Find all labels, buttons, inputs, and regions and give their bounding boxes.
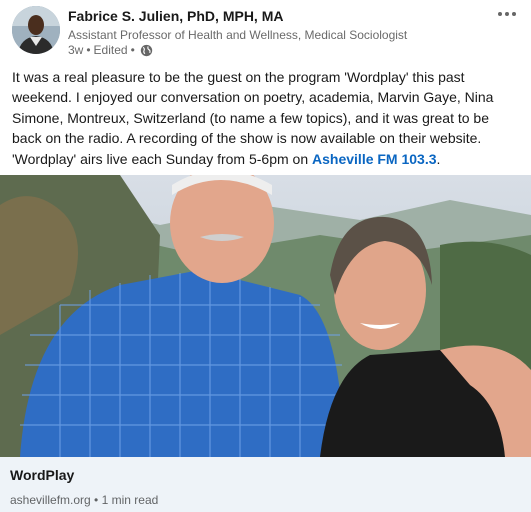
author-headline: Assistant Professor of Health and Wellne… bbox=[68, 28, 408, 42]
link-preview[interactable]: WordPlay ashevillefm.org • 1 min read bbox=[0, 457, 531, 512]
post-header: Fabrice S. Julien, PhD, MPH, MA Assistan… bbox=[0, 0, 531, 64]
asheville-fm-link[interactable]: Asheville FM 103.3 bbox=[312, 151, 437, 167]
avatar-photo bbox=[12, 6, 60, 54]
feed-post-card: Fabrice S. Julien, PhD, MPH, MA Assistan… bbox=[0, 0, 531, 512]
post-image[interactable] bbox=[0, 175, 531, 457]
meta-separator: • bbox=[130, 43, 135, 57]
link-preview-read-time: 1 min read bbox=[101, 493, 159, 507]
post-photo bbox=[0, 175, 531, 457]
edited-label: Edited bbox=[93, 43, 128, 57]
meta-separator: • bbox=[94, 493, 99, 507]
link-preview-meta: ashevillefm.org • 1 min read bbox=[10, 493, 158, 507]
author-name[interactable]: Fabrice S. Julien, PhD, MPH, MA bbox=[68, 8, 283, 24]
post-text-end: . bbox=[436, 150, 441, 167]
post-body: It was a real pleasure to be the guest o… bbox=[12, 67, 522, 169]
globe-icon bbox=[140, 44, 153, 57]
post-meta: 3w • Edited • bbox=[68, 43, 153, 57]
post-age: 3w bbox=[68, 43, 84, 57]
author-avatar[interactable] bbox=[12, 6, 60, 54]
link-preview-source: ashevillefm.org bbox=[10, 493, 91, 507]
meta-separator: • bbox=[86, 43, 91, 57]
link-preview-title: WordPlay bbox=[10, 467, 75, 483]
more-options-icon[interactable] bbox=[495, 4, 519, 24]
